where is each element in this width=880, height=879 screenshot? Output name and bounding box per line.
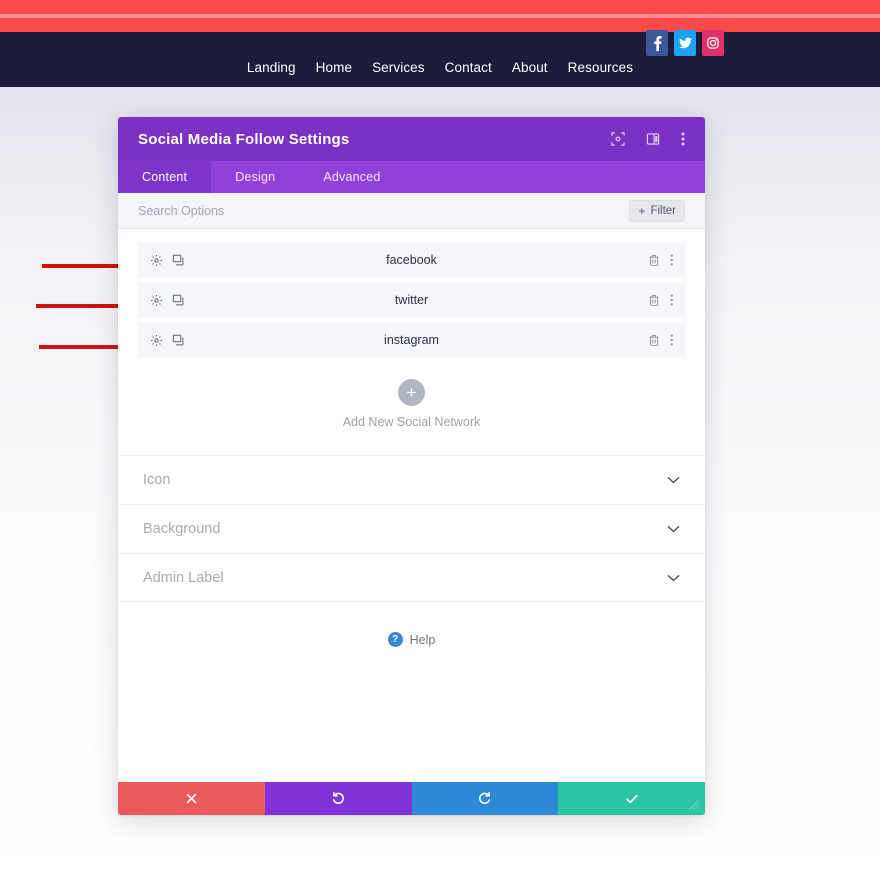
row-label: instagram: [384, 333, 439, 347]
layout-panel-icon[interactable]: [646, 132, 660, 146]
redo-icon: [479, 791, 491, 804]
nav-link-about[interactable]: About: [512, 60, 548, 75]
row-right-actions: [648, 253, 674, 267]
accordion-section-icon[interactable]: Icon: [118, 455, 705, 504]
gear-icon[interactable]: [150, 254, 163, 267]
more-vertical-icon[interactable]: [670, 333, 674, 347]
plus-icon: +: [638, 203, 646, 218]
row-right-actions: [648, 333, 674, 347]
resize-handle[interactable]: [686, 797, 702, 813]
accordion-section-background[interactable]: Background: [118, 504, 705, 553]
instagram-icon[interactable]: [702, 30, 724, 56]
gear-icon[interactable]: [150, 294, 163, 307]
cancel-button[interactable]: [118, 782, 265, 815]
social-media-follow-settings-modal: Social Media Follow Settings Content Des…: [118, 117, 731, 815]
accordion-label: Icon: [143, 472, 171, 488]
duplicate-icon[interactable]: [172, 294, 185, 307]
trash-icon[interactable]: [648, 334, 660, 347]
undo-button[interactable]: [264, 782, 412, 815]
modal-tab-bar: Content Design Advanced: [118, 161, 705, 193]
trash-icon[interactable]: [648, 294, 660, 307]
accordion-label: Admin Label: [143, 569, 224, 586]
undo-icon: [332, 791, 344, 804]
annotation-arrow-twitter: [36, 299, 138, 313]
row-label: twitter: [394, 293, 429, 307]
table-row[interactable]: twitter: [138, 283, 685, 317]
modal-header-actions: [611, 131, 685, 147]
modal-title: Social Media Follow Settings: [138, 130, 350, 148]
search-and-filter-bar: + Filter: [118, 193, 705, 229]
row-label: facebook: [386, 253, 437, 267]
check-icon: [626, 794, 638, 803]
row-right-actions: [648, 293, 674, 307]
more-vertical-icon[interactable]: [681, 131, 685, 147]
row-left-actions: [150, 254, 185, 267]
top-accent-band-lower: [0, 18, 880, 32]
target-icon[interactable]: [611, 132, 625, 146]
gear-icon[interactable]: [150, 334, 163, 347]
site-navbar: Landing Home Services Contact About Reso…: [0, 30, 880, 87]
chevron-down-icon: [667, 476, 680, 484]
plus-icon[interactable]: +: [398, 379, 425, 406]
row-left-actions: [150, 334, 185, 347]
nav-link-services[interactable]: Services: [372, 60, 425, 75]
duplicate-icon[interactable]: [172, 254, 185, 267]
close-icon: [186, 793, 197, 804]
filter-button-label: Filter: [650, 204, 676, 217]
table-row[interactable]: instagram: [138, 323, 685, 357]
accordion-label: Background: [143, 521, 221, 537]
site-nav-menu: Landing Home Services Contact About Reso…: [0, 32, 880, 87]
redo-button[interactable]: [411, 782, 559, 815]
chevron-down-icon: [667, 574, 680, 582]
top-accent-bar: [0, 0, 880, 32]
nav-link-resources[interactable]: Resources: [568, 60, 633, 75]
question-mark-icon: ?: [387, 632, 403, 647]
nav-link-landing[interactable]: Landing: [247, 60, 296, 75]
more-vertical-icon[interactable]: [670, 253, 674, 267]
nav-link-contact[interactable]: Contact: [445, 60, 492, 75]
duplicate-icon[interactable]: [172, 334, 185, 347]
trash-icon[interactable]: [648, 254, 660, 267]
save-button[interactable]: [558, 782, 705, 815]
site-social-follow-row: [646, 30, 724, 56]
table-row[interactable]: facebook: [138, 243, 685, 277]
modal-footer-toolbar: [118, 782, 705, 815]
tab-design[interactable]: Design: [211, 161, 299, 193]
add-new-social-network[interactable]: + Add New Social Network: [138, 379, 685, 429]
tab-content[interactable]: Content: [118, 161, 212, 193]
help-link[interactable]: ? Help: [118, 632, 705, 647]
accordion-section-admin-label[interactable]: Admin Label: [118, 553, 705, 602]
add-new-social-network-label[interactable]: Add New Social Network: [343, 415, 481, 429]
social-networks-list: facebook twitter instagram + Add New Soc…: [118, 229, 705, 429]
top-accent-band-upper: [0, 0, 880, 14]
modal-header: Social Media Follow Settings: [118, 117, 705, 161]
nav-link-home[interactable]: Home: [316, 60, 352, 75]
row-left-actions: [150, 294, 185, 307]
filter-button[interactable]: + Filter: [629, 199, 685, 222]
chevron-down-icon: [667, 525, 680, 533]
twitter-icon[interactable]: [674, 30, 696, 56]
settings-accordion-list: Icon Background Admin Label: [118, 455, 705, 602]
annotation-arrow-instagram: [39, 340, 138, 354]
search-input[interactable]: [138, 193, 630, 228]
more-vertical-icon[interactable]: [670, 293, 674, 307]
facebook-icon[interactable]: [646, 30, 668, 56]
modal-body: facebook twitter instagram + Add New Soc…: [118, 229, 705, 789]
tab-advanced[interactable]: Advanced: [299, 161, 404, 193]
annotation-arrow-facebook: [42, 259, 138, 273]
help-label: Help: [409, 632, 436, 647]
